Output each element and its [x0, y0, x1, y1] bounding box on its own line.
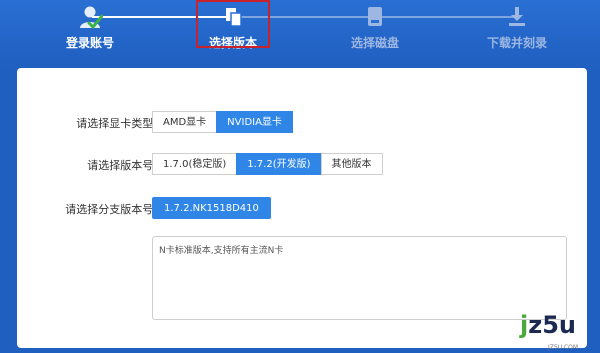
gpu-type-row: 请选择显卡类型: AMD显卡 NVIDIA显卡 [17, 111, 587, 135]
step-login-label: 登录账号 [65, 36, 114, 50]
watermark-subtext: JZ5U.COM [548, 344, 579, 351]
wizard-header: 登录账号 选择版本 选择磁盘 下载并刻录 [0, 0, 600, 68]
version-option-dev[interactable]: 1.7.2(开发版) [236, 153, 322, 175]
gpu-option-nvidia[interactable]: NVIDIA显卡 [216, 111, 293, 133]
version-options: 1.7.0(稳定版) 1.7.2(开发版) 其他版本 [152, 153, 383, 175]
version-description-box[interactable]: N卡标准版本,支持所有主流N卡 [152, 236, 567, 320]
disk-icon [362, 4, 388, 30]
user-check-icon [77, 4, 104, 30]
version-label: 请选择版本号: [87, 159, 157, 172]
watermark-text: jz5u [520, 311, 576, 339]
step-download-burn-label: 下载并刻录 [486, 36, 547, 50]
step-download-burn[interactable]: 下载并刻录 [462, 0, 572, 51]
branch-label: 请选择分支版本号: [65, 203, 157, 216]
content-panel: 请选择显卡类型: AMD显卡 NVIDIA显卡 请选择版本号: 1.7.0(稳定… [17, 68, 587, 348]
download-icon [504, 4, 530, 30]
step-login[interactable]: 登录账号 [35, 0, 145, 51]
gpu-type-options: AMD显卡 NVIDIA显卡 [152, 111, 293, 133]
version-option-other[interactable]: 其他版本 [320, 153, 383, 175]
copy-icon [220, 4, 246, 30]
jz5u-watermark-logo: jz5u JZ5U.COM [508, 311, 598, 351]
step-select-disk-label: 选择磁盘 [350, 36, 399, 50]
step-select-version[interactable]: 选择版本 [178, 0, 288, 51]
branch-option[interactable]: 1.7.2.NK1518D410 [152, 197, 271, 219]
step-select-disk[interactable]: 选择磁盘 [320, 0, 430, 51]
gpu-type-label: 请选择显卡类型: [76, 117, 157, 130]
branch-options: 1.7.2.NK1518D410 [152, 197, 271, 219]
gpu-option-amd[interactable]: AMD显卡 [152, 111, 218, 133]
version-option-stable[interactable]: 1.7.0(稳定版) [152, 153, 238, 175]
branch-row: 请选择分支版本号: 1.7.2.NK1518D410 [17, 197, 587, 221]
version-row: 请选择版本号: 1.7.0(稳定版) 1.7.2(开发版) 其他版本 [17, 153, 587, 177]
